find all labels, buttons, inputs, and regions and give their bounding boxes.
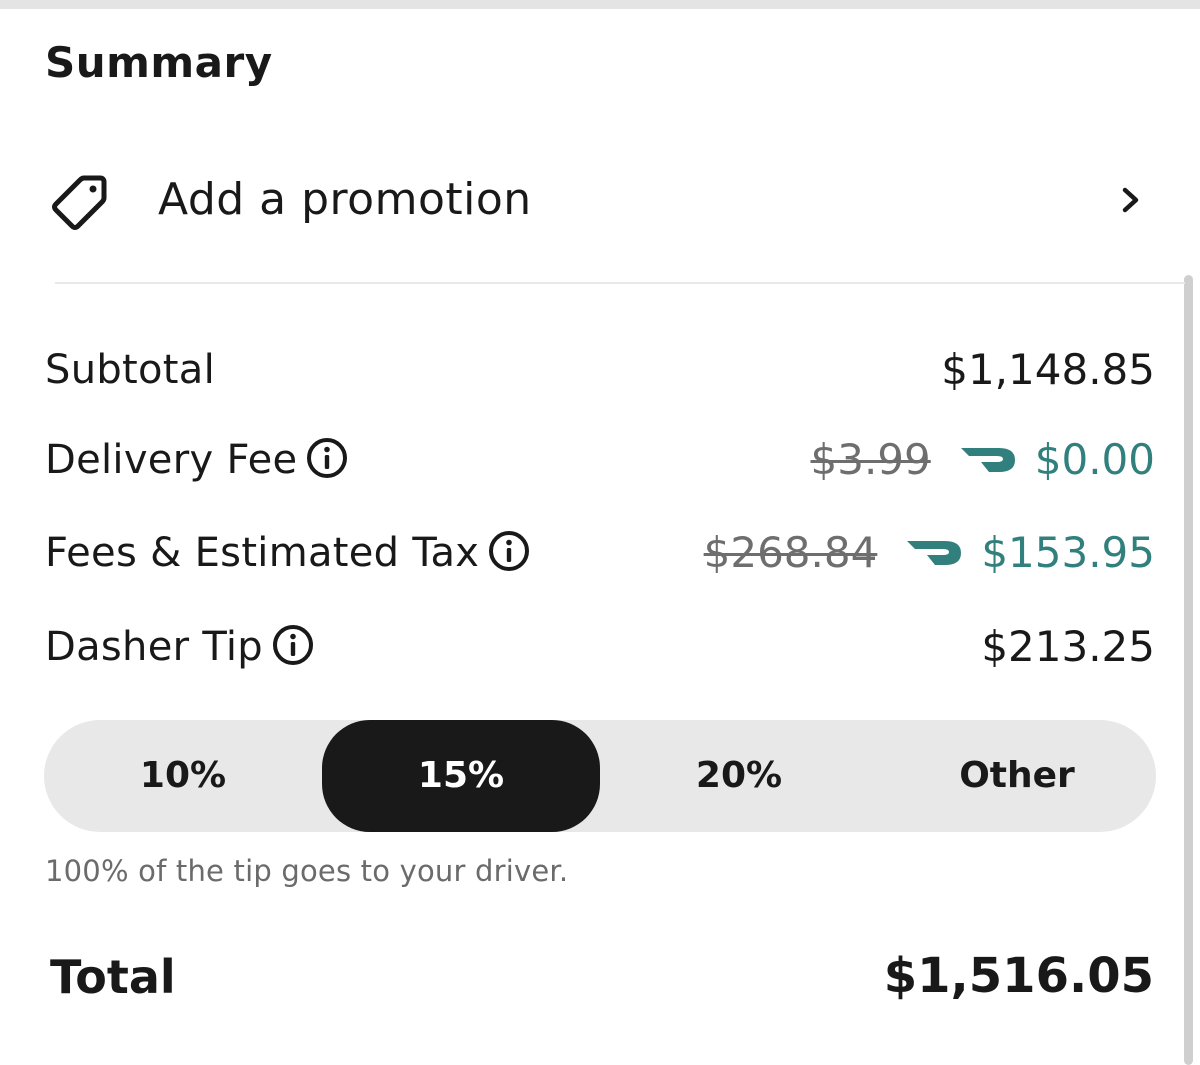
delivery-fee-value-group: $3.99 $0.00: [811, 430, 1156, 490]
top-strip: [0, 0, 1200, 9]
delivery-fee-row: Delivery Fee $3.99 $0.00: [45, 430, 1155, 490]
add-promotion-row[interactable]: Add a promotion: [40, 150, 1160, 250]
tip-option-20[interactable]: 20%: [600, 720, 878, 832]
dasher-tip-value: $213.25: [981, 622, 1155, 671]
tip-selector: 10% 15% 20% Other: [44, 720, 1156, 832]
info-icon[interactable]: [305, 436, 349, 480]
fees-tax-label-group: Fees & Estimated Tax: [45, 523, 531, 583]
dashpass-icon: [960, 447, 1015, 472]
divider: [55, 282, 1185, 284]
info-icon[interactable]: [271, 623, 315, 667]
subtotal-label: Subtotal: [45, 347, 215, 393]
delivery-fee-label-group: Delivery Fee: [45, 430, 349, 490]
subtotal-value: $1,148.85: [941, 345, 1155, 394]
tip-note: 100% of the tip goes to your driver.: [45, 854, 569, 888]
delivery-fee-label: Delivery Fee: [45, 437, 298, 483]
delivery-fee-value: $0.00: [1034, 435, 1155, 484]
dashpass-icon: [907, 540, 962, 565]
dasher-tip-label: Dasher Tip: [45, 624, 263, 670]
chevron-right-icon: [1122, 187, 1139, 213]
info-icon[interactable]: [487, 529, 531, 573]
dasher-tip-row: Dasher Tip $213.25: [45, 617, 1155, 677]
total-label: Total: [50, 950, 176, 1004]
subtotal-row: Subtotal $1,148.85: [45, 340, 1155, 400]
dasher-tip-label-group: Dasher Tip: [45, 617, 315, 677]
delivery-fee-original: $3.99: [810, 435, 931, 484]
fees-tax-label: Fees & Estimated Tax: [45, 530, 480, 576]
tip-option-10[interactable]: 10%: [44, 720, 322, 832]
fees-tax-value: $153.95: [981, 528, 1155, 577]
tip-option-15[interactable]: 15%: [322, 720, 600, 832]
scrollbar[interactable]: [1184, 275, 1193, 1065]
add-promotion-label: Add a promotion: [158, 174, 532, 225]
fees-tax-row: Fees & Estimated Tax $268.84 $153.95: [45, 523, 1155, 583]
fees-tax-value-group: $268.84 $153.95: [704, 523, 1155, 583]
tip-option-other[interactable]: Other: [878, 720, 1156, 832]
summary-title: Summary: [45, 38, 273, 87]
total-value: $1,516.05: [883, 948, 1154, 1004]
fees-tax-original: $268.84: [703, 528, 878, 577]
tag-icon: [52, 175, 107, 230]
